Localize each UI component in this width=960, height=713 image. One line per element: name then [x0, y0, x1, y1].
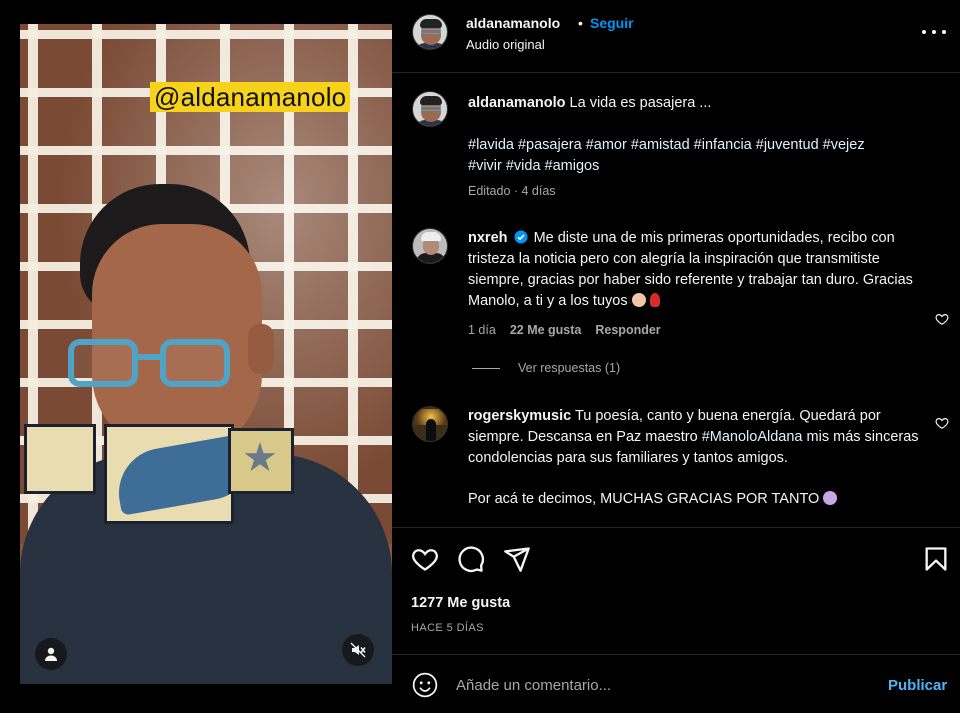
rose-emoji-icon — [649, 293, 660, 307]
shirt-patch — [24, 424, 96, 494]
verified-icon — [514, 230, 528, 244]
comment-time[interactable]: 1 día — [468, 323, 496, 337]
comment-username[interactable]: nxreh — [468, 230, 508, 246]
avatar-figure — [426, 419, 436, 441]
view-replies-label: Ver respuestas (1) — [518, 361, 621, 375]
post-actions: 1277 Me gusta HACE 5 DÍAS — [392, 527, 960, 655]
mute-icon — [350, 642, 366, 658]
bookmark-icon[interactable] — [922, 545, 950, 573]
more-icon-dot — [932, 30, 936, 34]
publish-button[interactable]: Publicar — [888, 677, 947, 694]
post-username[interactable]: aldanamanolo — [466, 15, 560, 31]
post-date[interactable]: HACE 5 DÍAS — [411, 622, 484, 634]
caption-meta: Editado · 4 días — [468, 184, 556, 198]
caption-hashtags-line-2[interactable]: #vivir #vida #amigos — [468, 156, 923, 177]
likes-count[interactable]: 1277 Me gusta — [411, 595, 510, 611]
hashtag-link[interactable]: #ManoloAldana — [702, 429, 803, 445]
follow-button[interactable]: Seguir — [590, 15, 634, 31]
avatar[interactable] — [412, 406, 448, 442]
avatar-hair — [420, 19, 442, 28]
instagram-post-view: ★ @aldanamanolo aldanamanolo • Seguir Au… — [0, 0, 960, 713]
post-details-panel: aldanamanolo • Seguir Audio original ald… — [392, 0, 960, 713]
separator-dot: • — [578, 15, 583, 31]
share-icon[interactable] — [503, 545, 531, 573]
emoji-icon[interactable] — [412, 672, 438, 698]
praying-emoji-icon — [823, 491, 838, 505]
comment-icon[interactable] — [457, 545, 485, 573]
comment-meta: 1 día 22 Me gusta Responder — [468, 323, 661, 337]
caption-text: aldanamanolo La vida es pasajera ... — [468, 93, 923, 114]
tagged-users-button[interactable] — [35, 638, 67, 670]
caption-hashtags-line-1[interactable]: #lavida #pasajera #amor #amistad #infanc… — [468, 135, 923, 156]
video-overlay-tag: @aldanamanolo — [150, 82, 351, 112]
more-icon — [922, 30, 926, 34]
avatar-glasses — [421, 29, 441, 34]
comment-body-second: Por acá te decimos, MUCHAS GRACIAS POR T… — [468, 491, 820, 507]
comment-username[interactable]: rogerskymusic — [468, 408, 571, 424]
starfish-print: ★ — [242, 436, 278, 480]
glasses-bridge — [138, 354, 162, 360]
comment-likes[interactable]: 22 Me gusta — [510, 323, 582, 337]
caption-body: La vida es pasajera ... — [569, 95, 712, 111]
media-panel: ★ @aldanamanolo — [0, 0, 392, 713]
post-video[interactable]: ★ @aldanamanolo — [20, 24, 392, 684]
user-icon — [45, 647, 57, 661]
post-header: aldanamanolo • Seguir Audio original — [392, 0, 960, 73]
glasses-right-lens — [160, 339, 230, 387]
comment-body: Me diste una de mis primeras oportunidad… — [468, 230, 913, 309]
avatar-hair — [421, 232, 441, 241]
comment-text: rogerskymusic Tu poesía, canto y buena e… — [468, 406, 923, 469]
comment-text-second: Por acá te decimos, MUCHAS GRACIAS POR T… — [468, 489, 923, 510]
view-replies-line — [472, 367, 500, 369]
comment-like-heart-icon[interactable] — [935, 312, 949, 326]
audio-link[interactable]: Audio original — [466, 37, 545, 52]
comment-input[interactable] — [456, 671, 856, 699]
avatar[interactable] — [412, 228, 448, 264]
glasses-left-lens — [68, 339, 138, 387]
comment-like-heart-icon[interactable] — [935, 416, 949, 430]
caption-edited-time: Editado · 4 días — [468, 184, 556, 198]
reply-button[interactable]: Responder — [595, 323, 660, 337]
more-icon-dot — [942, 30, 946, 34]
heart-icon[interactable] — [411, 545, 439, 573]
view-replies-button[interactable]: Ver respuestas (1) — [472, 361, 620, 375]
heart-hands-emoji-icon — [631, 293, 646, 307]
avatar[interactable] — [412, 91, 448, 127]
comments-section[interactable]: aldanamanolo La vida es pasajera ... #la… — [392, 73, 960, 527]
mute-button[interactable] — [342, 634, 374, 666]
add-comment-bar: Publicar — [392, 655, 960, 713]
ear — [248, 324, 274, 374]
comment-text: nxreh Me diste una de mis primeras oport… — [468, 228, 923, 312]
more-options-button[interactable] — [922, 22, 946, 42]
caption-username[interactable]: aldanamanolo — [468, 95, 566, 111]
avatar-hair — [420, 96, 442, 105]
avatar[interactable] — [412, 14, 448, 50]
avatar-glasses — [421, 106, 441, 111]
